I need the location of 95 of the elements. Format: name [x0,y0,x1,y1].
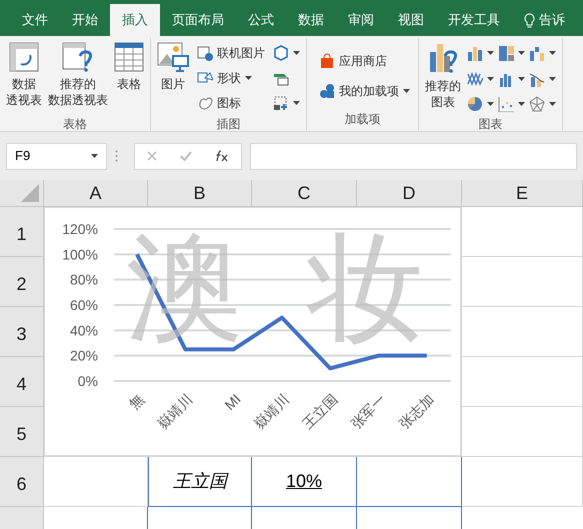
table-icon [114,42,144,72]
caret-icon [518,51,525,55]
column-header[interactable]: B [148,180,252,206]
addin-icon [319,83,335,99]
ribbon-large-button[interactable]: 推荐的 数据透视表 [46,38,110,116]
category-label: 嶽靖川 [251,390,292,432]
cancel-icon[interactable] [146,151,157,161]
caret-icon [549,102,556,106]
drag-handle-icon [115,150,118,162]
category-label: MI [221,390,244,414]
online-picture-icon [197,45,213,61]
pivot-table-icon [9,42,39,72]
column-header[interactable]: A [44,180,148,206]
hierarchy-chart-icon [498,45,514,61]
pie-chart-icon [467,96,483,112]
ribbon-tab[interactable]: 审阅 [336,4,386,36]
ribbon-tab[interactable]: 公式 [236,4,286,36]
category-label: 张志加 [396,390,437,432]
caret-icon [487,51,494,55]
caret-icon [91,154,98,158]
tell-me-button[interactable]: 告诉 [512,4,565,36]
ribbon-large-button[interactable]: 图片 [155,38,191,116]
function-icon[interactable] [215,150,230,162]
ribbon-tab[interactable]: 插入 [110,4,160,36]
select-all-icon[interactable] [21,184,39,202]
caret-icon [487,102,494,106]
ribbon-tab[interactable]: 文件 [10,4,60,36]
axis-tick-label: 100% [62,246,98,262]
ribbon-small-button[interactable]: 我的加载项 [315,80,414,102]
axis-tick-label: 40% [70,322,98,338]
recommended-pivot-icon [62,42,94,72]
axis-tick-label: 60% [70,297,98,313]
group-label: 表格 [62,116,88,131]
cell-text: 10% [286,470,322,493]
row-header[interactable]: 3 [0,307,44,357]
caret-icon [549,76,556,81]
group-label: 图表 [478,116,504,131]
row-header[interactable] [0,507,44,529]
ribbon-small-button[interactable]: 联机图片 [193,42,269,64]
ribbon-tab[interactable]: 视图 [386,4,436,36]
caret-icon [245,76,252,80]
ribbon-tab[interactable]: 开发工具 [436,4,512,36]
sheet-cell[interactable]: 王立国 [148,457,252,507]
sheet-cell[interactable]: 10% [252,457,357,507]
ribbon-tab[interactable]: 页面布局 [160,4,236,36]
name-box[interactable]: F9 [6,142,107,170]
axis-tick-label: 80% [70,272,98,288]
caret-icon [403,89,410,93]
ribbon-large-button[interactable]: 推荐的 图表 [423,38,463,116]
axis-tick-label: 0% [78,373,98,389]
row-header[interactable]: 5 [0,407,44,457]
caret-icon [293,101,300,105]
ribbon-tab[interactable]: 开始 [60,4,110,36]
ribbon-small-button[interactable]: 图标 [193,92,269,114]
caret-icon [549,51,556,55]
radar-chart-icon [529,96,545,112]
recommended-chart-icon [427,42,459,74]
category-label: 嶽靖川 [154,390,196,432]
row-header[interactable]: 4 [0,357,44,407]
axis-tick-label: 120% [62,221,98,237]
axis-tick-label: 20% [70,348,98,364]
column-chart-icon [467,45,483,61]
row-header[interactable]: 1 [0,207,44,257]
group-label: 插图 [216,116,242,131]
category-label: 無 [126,390,148,412]
ribbon-large-button[interactable]: 表格 [112,38,146,116]
group-label: 加载项 [344,111,382,128]
store-icon [319,53,335,69]
ribbon-large-button[interactable]: 数据 透视表 [4,38,44,116]
caret-icon [518,76,525,81]
category-label: 王立国 [299,390,340,432]
combo-chart-icon [529,70,545,87]
ribbon-small-button[interactable]: 形状 [193,67,269,89]
row-header[interactable]: 6 [0,457,44,507]
waterfall-chart-icon [529,45,545,61]
line-chart-icon [467,70,483,87]
column-header[interactable]: C [252,180,357,206]
category-label: 张军一 [348,390,389,432]
column-header[interactable]: D [357,180,462,206]
screenshot-icon [273,95,289,111]
cell-text: 王立国 [173,470,227,493]
column-header[interactable]: E [462,180,583,206]
sheet-cell[interactable] [357,457,462,507]
caret-icon [293,51,300,55]
scatter-chart-icon [498,96,514,112]
lightbulb-icon [524,12,535,28]
ribbon-tab[interactable]: 数据 [286,4,336,36]
formula-input[interactable] [250,142,577,170]
caret-icon [518,102,525,106]
row-header[interactable]: 2 [0,257,44,307]
picture-icon [157,42,189,72]
ribbon-icon-button[interactable] [271,42,302,64]
caret-icon [487,76,494,81]
checkmark-icon[interactable] [180,151,192,161]
ribbon-small-button[interactable]: 应用商店 [315,50,414,72]
